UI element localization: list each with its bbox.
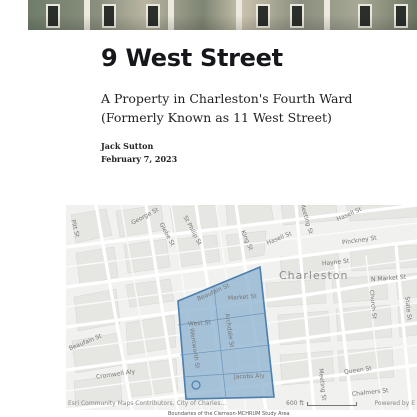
page-subtitle: A Property in Charleston's Fourth Ward (… xyxy=(101,91,353,125)
map-view[interactable]: Charleston George St Glebe St St Philip … xyxy=(66,205,417,410)
street-label: Jacobs Aly xyxy=(233,372,265,381)
map-caption: Boundaries of the Clemson-MCHRUM Study A… xyxy=(168,411,290,417)
publish-date: February 7, 2023 xyxy=(101,154,178,164)
powered-by-link[interactable]: Powered by E xyxy=(375,400,415,407)
scale-label: 600 ft xyxy=(286,400,304,407)
map-city-label: Charleston xyxy=(279,269,349,282)
page-title: 9 West Street xyxy=(101,44,283,72)
map-scale-bar: 600 ft xyxy=(286,400,357,407)
map-attribution[interactable]: Esri Community Maps Contributors, City o… xyxy=(68,400,226,407)
author-name[interactable]: Jack Sutton xyxy=(101,141,153,151)
banner-photo xyxy=(28,0,417,30)
